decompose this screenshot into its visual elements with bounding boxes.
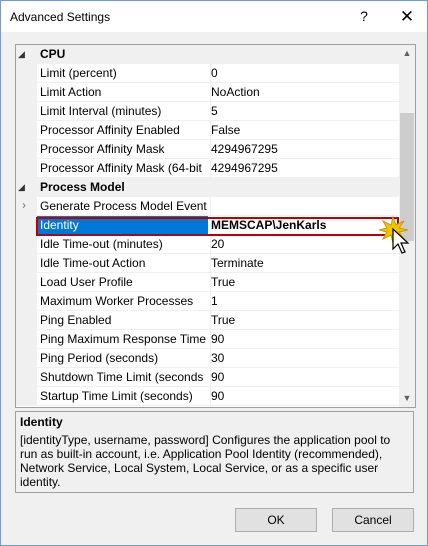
property-row[interactable]: Processor Affinity Mask 4294967295	[16, 140, 399, 159]
property-name[interactable]: Generate Process Model Event L	[37, 197, 211, 216]
category-label: Process Model	[40, 180, 125, 194]
property-row[interactable]: Ping Period (seconds) 30	[16, 349, 399, 368]
property-row[interactable]: Load User Profile True	[16, 273, 399, 292]
row-gutter	[16, 102, 37, 121]
row-gutter	[16, 349, 37, 368]
property-name[interactable]: Shutdown Time Limit (seconds	[37, 368, 211, 387]
property-value[interactable]: 90	[208, 387, 399, 406]
category-header[interactable]: ◢ CPU	[16, 45, 399, 64]
row-gutter	[16, 387, 37, 406]
row-gutter	[16, 273, 37, 292]
row-gutter	[16, 159, 37, 178]
row-gutter	[16, 235, 37, 254]
window-title: Advanced Settings	[10, 10, 111, 24]
property-value[interactable]: Terminate	[208, 254, 399, 273]
property-row[interactable]: Shutdown Time Limit (seconds 90	[16, 368, 399, 387]
property-name[interactable]: Ping Maximum Response Time	[37, 330, 211, 349]
property-row[interactable]: Idle Time-out (minutes) 20	[16, 235, 399, 254]
property-value[interactable]: 20	[208, 235, 399, 254]
property-row[interactable]: Limit Action NoAction	[16, 83, 399, 102]
category-label: CPU	[40, 47, 66, 61]
property-value[interactable]: 4294967295	[208, 159, 399, 178]
property-value[interactable]: 90	[208, 330, 399, 349]
property-rows: ◢ CPU Limit (percent) 0 Limit Action NoAction…	[16, 45, 399, 406]
property-grid[interactable]: ◢ CPU Limit (percent) 0 Limit Action NoAction…	[15, 44, 416, 408]
description-text: [identityType, username, password] Confi…	[20, 433, 391, 489]
property-name[interactable]: Ping Period (seconds)	[37, 349, 211, 368]
expand-chevron-icon[interactable]: ›	[22, 198, 26, 212]
property-row[interactable]: Idle Time-out Action Terminate	[16, 254, 399, 273]
description-panel: Identity [identityType, username, passwo…	[15, 411, 414, 493]
title-bar: Advanced Settings ? ✕	[1, 1, 427, 32]
property-name[interactable]: Ping Enabled	[37, 311, 211, 330]
row-gutter	[16, 140, 37, 159]
category-header[interactable]: ◢ Process Model	[16, 178, 399, 197]
cancel-button[interactable]: Cancel	[332, 508, 414, 532]
property-name[interactable]: Startup Time Limit (seconds)	[37, 387, 211, 406]
row-gutter	[16, 83, 37, 102]
property-value[interactable]: True	[208, 273, 399, 292]
property-row[interactable]: Ping Enabled True	[16, 311, 399, 330]
row-gutter	[16, 311, 37, 330]
property-value[interactable]: MEMSCAP\JenKarls	[208, 216, 399, 235]
row-gutter: ›	[16, 197, 37, 216]
property-row[interactable]: Ping Maximum Response Time 90	[16, 330, 399, 349]
property-row[interactable]: Limit (percent) 0	[16, 64, 399, 83]
property-name[interactable]: Processor Affinity Mask	[37, 140, 211, 159]
row-gutter	[16, 254, 37, 273]
close-button[interactable]: ✕	[387, 1, 427, 32]
property-value[interactable]: 0	[208, 64, 399, 83]
property-value[interactable]: 5	[208, 102, 399, 121]
property-name[interactable]: Processor Affinity Enabled	[37, 121, 211, 140]
property-value[interactable]: 90	[208, 368, 399, 387]
property-row[interactable]: Processor Affinity Mask (64-bit 429496729…	[16, 159, 399, 178]
row-gutter	[16, 368, 37, 387]
property-name[interactable]: Idle Time-out Action	[37, 254, 211, 273]
property-row[interactable]: Limit Interval (minutes) 5	[16, 102, 399, 121]
property-value[interactable]	[208, 197, 399, 216]
property-value[interactable]: 30	[208, 349, 399, 368]
property-value[interactable]: 4294967295	[208, 140, 399, 159]
property-value[interactable]: 1	[208, 292, 399, 311]
property-name[interactable]: Limit Interval (minutes)	[37, 102, 211, 121]
collapse-triangle-icon[interactable]: ◢	[18, 49, 25, 60]
property-name[interactable]: Identity	[37, 216, 211, 235]
ok-button[interactable]: OK	[235, 508, 317, 532]
property-name[interactable]: Limit Action	[37, 83, 211, 102]
property-name[interactable]: Processor Affinity Mask (64-bit	[37, 159, 211, 178]
property-row[interactable]: › Generate Process Model Event L	[16, 197, 399, 216]
scroll-up-arrow-icon[interactable]: ▲	[399, 45, 415, 62]
property-name[interactable]: Load User Profile	[37, 273, 211, 292]
property-row[interactable]: Identity MEMSCAP\JenKarls	[16, 216, 399, 235]
property-name[interactable]: Maximum Worker Processes	[37, 292, 211, 311]
arrow-cursor-icon	[392, 227, 410, 254]
property-name[interactable]: Limit (percent)	[37, 64, 211, 83]
help-button[interactable]: ?	[341, 1, 387, 32]
scroll-down-arrow-icon[interactable]: ▼	[399, 390, 415, 407]
property-row[interactable]: Maximum Worker Processes 1	[16, 292, 399, 311]
property-value[interactable]: NoAction	[208, 83, 399, 102]
collapse-triangle-icon[interactable]: ◢	[18, 182, 25, 193]
property-value[interactable]: False	[208, 121, 399, 140]
advanced-settings-dialog: Advanced Settings ? ✕ ◢ CPU Limit (percent…	[0, 0, 428, 546]
property-row[interactable]: Processor Affinity Enabled False	[16, 121, 399, 140]
row-gutter	[16, 292, 37, 311]
row-gutter	[16, 121, 37, 140]
property-value[interactable]: True	[208, 311, 399, 330]
description-title: Identity	[20, 415, 63, 429]
property-name[interactable]: Idle Time-out (minutes)	[37, 235, 211, 254]
property-row[interactable]: Startup Time Limit (seconds) 90	[16, 387, 399, 406]
row-gutter	[16, 216, 37, 235]
mouse-pointer-icon	[379, 215, 410, 254]
row-gutter	[16, 64, 37, 83]
row-gutter	[16, 330, 37, 349]
